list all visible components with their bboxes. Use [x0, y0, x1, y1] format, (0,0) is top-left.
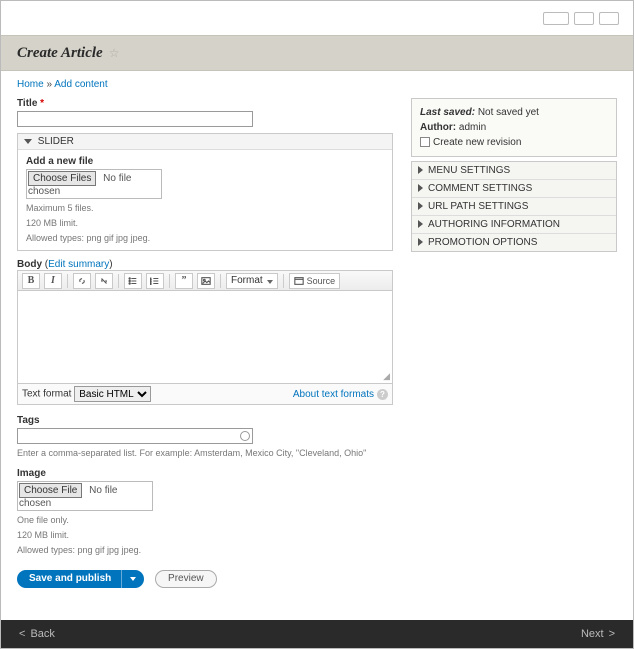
body-editor[interactable]: ◢ [17, 290, 393, 384]
chevron-right-icon [418, 166, 423, 174]
favorite-star-icon[interactable]: ☆ [109, 46, 120, 60]
italic-button[interactable]: I [44, 273, 62, 289]
last-saved-label: Last saved: [420, 107, 475, 118]
next-button[interactable]: Next> [581, 628, 615, 640]
bold-button[interactable]: B [22, 273, 40, 289]
footer-bar: <Back Next> [1, 620, 633, 648]
title-label: Title * [17, 98, 393, 109]
numbered-list-button[interactable]: 123 [146, 273, 164, 289]
new-revision-label: Create new revision [433, 137, 521, 148]
text-format-select[interactable]: Basic HTML [74, 386, 151, 402]
bullet-list-button[interactable] [124, 273, 142, 289]
edit-summary-link[interactable]: Edit summary [48, 259, 109, 270]
slider-choose-files-button[interactable]: Choose Files [28, 171, 96, 186]
page-title: Create Article [17, 45, 103, 62]
meta-panel: Last saved: Not saved yet Author: admin … [411, 98, 617, 157]
settings-accordion: MENU SETTINGS COMMENT SETTINGS URL PATH … [411, 161, 617, 252]
last-saved-value: Not saved yet [478, 107, 539, 118]
text-format-label: Text format [22, 389, 71, 400]
author-label: Author: [420, 122, 456, 133]
image-hint-limit: 120 MB limit. [17, 529, 393, 541]
top-toolbar [1, 1, 633, 35]
image-hint-onefile: One file only. [17, 514, 393, 526]
chevron-down-icon [24, 139, 32, 144]
body-label: Body [17, 259, 42, 270]
page-root: Create Article ☆ Home » Add content Titl… [0, 0, 634, 649]
new-revision-checkbox[interactable] [420, 137, 430, 147]
toolbar-button-1[interactable] [543, 12, 569, 25]
sidebar: Last saved: Not saved yet Author: admin … [411, 98, 617, 588]
svg-text:3: 3 [150, 282, 152, 285]
chevron-right-icon [418, 220, 423, 228]
page-header: Create Article ☆ [1, 35, 633, 71]
toolbar-button-3[interactable] [599, 12, 619, 25]
link-button[interactable] [73, 273, 91, 289]
format-dropdown[interactable]: Format [226, 273, 278, 289]
title-input[interactable] [17, 111, 253, 127]
slider-panel-header[interactable]: SLIDER [18, 134, 392, 150]
breadcrumb-home-link[interactable]: Home [17, 79, 44, 90]
breadcrumb-current-link[interactable]: Add content [54, 79, 107, 90]
unlink-button[interactable] [95, 273, 113, 289]
autocomplete-icon [240, 431, 250, 441]
chevron-right-icon [418, 238, 423, 246]
source-button[interactable]: Source [289, 273, 341, 289]
accordion-promotion-options[interactable]: PROMOTION OPTIONS [412, 233, 616, 251]
tags-hint: Enter a comma-separated list. For exampl… [17, 447, 393, 459]
text-format-row: Text format Basic HTML About text format… [17, 384, 393, 405]
author-value: admin [459, 122, 486, 133]
breadcrumb: Home » Add content [17, 79, 617, 90]
help-icon[interactable]: ? [377, 389, 388, 400]
preview-button[interactable]: Preview [155, 570, 217, 588]
image-button[interactable] [197, 273, 215, 289]
accordion-menu-settings[interactable]: MENU SETTINGS [412, 162, 616, 179]
image-choose-file-button[interactable]: Choose File [19, 483, 82, 498]
slider-hint-limit: 120 MB limit. [26, 217, 384, 229]
tags-input[interactable] [17, 428, 253, 444]
chevron-right-icon [418, 202, 423, 210]
accordion-authoring-information[interactable]: AUTHORING INFORMATION [412, 215, 616, 233]
image-hint-types: Allowed types: png gif jpg jpeg. [17, 544, 393, 556]
image-label: Image [17, 468, 393, 479]
about-text-formats-link[interactable]: About text formats [293, 389, 374, 400]
accordion-url-path-settings[interactable]: URL PATH SETTINGS [412, 197, 616, 215]
slider-hint-types: Allowed types: png gif jpg jpeg. [26, 232, 384, 244]
chevron-right-icon [418, 184, 423, 192]
editor-toolbar: B I 123 ” Format Source [17, 270, 393, 290]
save-publish-button[interactable]: Save and publish [17, 570, 144, 588]
blockquote-button[interactable]: ” [175, 273, 193, 289]
back-button[interactable]: <Back [19, 628, 55, 640]
slider-add-file-label: Add a new file [26, 156, 384, 167]
tags-label: Tags [17, 415, 393, 426]
save-dropdown-toggle[interactable] [121, 570, 144, 588]
slider-panel: SLIDER Add a new file Choose Files No fi… [17, 133, 393, 251]
toolbar-button-2[interactable] [574, 12, 594, 25]
slider-hint-maxfiles: Maximum 5 files. [26, 202, 384, 214]
accordion-comment-settings[interactable]: COMMENT SETTINGS [412, 179, 616, 197]
main-form: Title * SLIDER Add a new file Choose Fil… [17, 98, 393, 588]
resize-grip-icon[interactable]: ◢ [383, 371, 390, 382]
